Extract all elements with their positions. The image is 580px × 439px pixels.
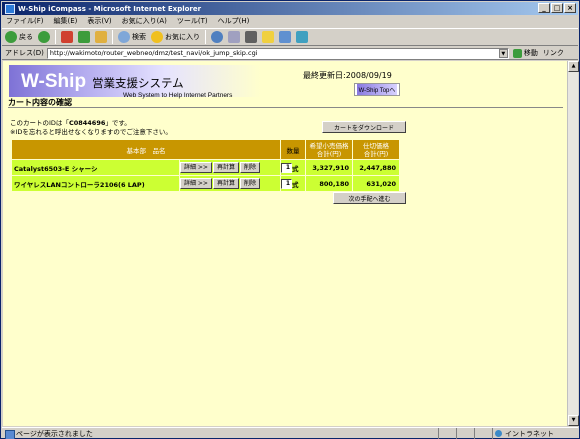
- search-icon: [118, 31, 130, 43]
- cost-price: 631,020: [353, 176, 399, 191]
- header-list-price-label: 希望小売価格 合計(円): [309, 141, 349, 158]
- scroll-up-icon[interactable]: ▲: [568, 61, 579, 72]
- logo-english: Web System to Help Internet Partners: [123, 92, 233, 99]
- window-title: W-Ship iCompass - Microsoft Internet Exp…: [18, 4, 202, 13]
- mail-icon[interactable]: [228, 31, 240, 43]
- close-button[interactable]: ×: [564, 3, 576, 13]
- last-updated: 最終更新日:2008/09/19: [303, 71, 392, 80]
- menu-bar: ファイル(F) 編集(E) 表示(V) お気に入り(A) ツール(T) ヘルプ(…: [2, 15, 578, 27]
- logo-japanese: 営業支援システム: [92, 76, 184, 90]
- delete-button[interactable]: 削除: [239, 162, 260, 173]
- header-cost: 仕切価格 合計(円): [353, 140, 399, 159]
- item-name: Catalyst6503-E シャーシ: [12, 160, 179, 175]
- header-name: 基本部 品名: [12, 140, 280, 159]
- detail-button[interactable]: 詳細 >>: [180, 162, 212, 173]
- qty-unit: 式: [292, 164, 299, 173]
- item-name: ワイヤレスLANコントローラ2106(6 LAP): [12, 176, 179, 191]
- address-bar: アドレス(D) http://wakimoto/router_webneo/dm…: [2, 47, 578, 60]
- vertical-scrollbar[interactable]: ▲ ▼: [567, 61, 579, 426]
- scroll-down-icon[interactable]: ▼: [568, 415, 579, 426]
- forward-arrow-icon[interactable]: [38, 31, 50, 43]
- title-bar: W-Ship iCompass - Microsoft Internet Exp…: [2, 2, 578, 15]
- qty-input[interactable]: 1: [281, 162, 292, 173]
- address-url: http://wakimoto/router_webneo/dmz/test_n…: [49, 49, 258, 57]
- toolbar-separator: [112, 30, 113, 44]
- favorites-label: お気に入り: [165, 33, 200, 41]
- qty-cell: 1式: [281, 160, 305, 175]
- header-cost-label: 仕切価格 合計(円): [363, 141, 389, 158]
- wship-top-link[interactable]: W-Ship Topへ: [354, 83, 400, 96]
- maximize-button[interactable]: □: [551, 3, 563, 13]
- header-list-price: 希望小売価格 合計(円): [306, 140, 352, 159]
- table-row: ワイヤレスLANコントローラ2106(6 LAP) 詳細 >> 再計算 削除 1式 …: [12, 176, 399, 191]
- row-actions: 詳細 >> 再計算 削除: [180, 176, 280, 191]
- cost-price: 2,447,880: [353, 160, 399, 175]
- menu-help[interactable]: ヘルプ(H): [218, 16, 250, 26]
- address-dropdown-icon[interactable]: ▼: [498, 48, 508, 58]
- messenger-icon[interactable]: [279, 31, 291, 43]
- go-button[interactable]: 移動: [512, 48, 538, 58]
- table-header-row: 基本部 品名 数量 希望小売価格 合計(円) 仕切価格 合計(円): [12, 140, 399, 159]
- toolbar-separator: [55, 30, 56, 44]
- list-price: 3,327,910: [306, 160, 352, 175]
- wship-logo: W-Ship 営業支援システム Web System to Help Inter…: [9, 65, 261, 99]
- search-label: 検索: [132, 33, 146, 41]
- header-qty: 数量: [281, 140, 305, 159]
- logo-main: W-Ship: [21, 71, 87, 92]
- recalc-button[interactable]: 再計算: [212, 162, 239, 173]
- status-cell: [456, 428, 474, 439]
- toolbar: 戻る 検索 お気に入り: [2, 28, 578, 46]
- star-icon: [151, 31, 163, 43]
- print-icon[interactable]: [245, 31, 257, 43]
- minimize-button[interactable]: _: [538, 3, 550, 13]
- back-arrow-icon: [5, 31, 17, 43]
- next-step-button[interactable]: 次の手配へ進む: [333, 192, 406, 204]
- delete-button[interactable]: 削除: [239, 178, 260, 189]
- browser-window: W-Ship iCompass - Microsoft Internet Exp…: [0, 0, 580, 439]
- links-button[interactable]: リンク: [543, 48, 564, 58]
- tools-icon[interactable]: [296, 31, 308, 43]
- detail-button[interactable]: 詳細 >>: [180, 178, 212, 189]
- go-arrow-icon: [512, 48, 522, 58]
- table-row: Catalyst6503-E シャーシ 詳細 >> 再計算 削除 1式 3,327,…: [12, 160, 399, 175]
- menu-view[interactable]: 表示(V): [87, 16, 111, 26]
- refresh-icon[interactable]: [78, 31, 90, 43]
- menu-edit[interactable]: 編集(E): [54, 16, 78, 26]
- stop-icon[interactable]: [61, 31, 73, 43]
- home-icon[interactable]: [95, 31, 107, 43]
- recalc-button[interactable]: 再計算: [212, 178, 239, 189]
- search-button[interactable]: 検索: [118, 31, 146, 43]
- list-price: 800,180: [306, 176, 352, 191]
- wship-top-label: W-Ship Topへ: [356, 84, 398, 95]
- status-bar: ページが表示されました イントラネット: [2, 427, 578, 439]
- qty-input[interactable]: 1: [281, 178, 292, 189]
- back-button[interactable]: 戻る: [5, 31, 33, 43]
- status-cell: [474, 428, 492, 439]
- status-text: ページが表示されました: [2, 429, 438, 439]
- status-cell: [438, 428, 456, 439]
- toolbar-separator: [205, 30, 206, 44]
- menu-favorites[interactable]: お気に入り(A): [122, 16, 167, 26]
- address-input[interactable]: http://wakimoto/router_webneo/dmz/test_n…: [46, 47, 509, 59]
- page-content: W-Ship 営業支援システム Web System to Help Inter…: [3, 61, 567, 426]
- cart-table: 基本部 品名 数量 希望小売価格 合計(円) 仕切価格 合計(円) Cataly…: [11, 139, 400, 192]
- cart-id-warning: ※IDを忘れると呼出せなくなりますのでご注意下さい。: [10, 128, 172, 136]
- back-label: 戻る: [19, 33, 33, 41]
- favorites-button[interactable]: お気に入り: [151, 31, 200, 43]
- address-label: アドレス(D): [5, 49, 44, 57]
- zone-indicator: イントラネット: [492, 428, 578, 439]
- go-label: 移動: [523, 49, 538, 57]
- menu-tools[interactable]: ツール(T): [177, 16, 208, 26]
- menu-file[interactable]: ファイル(F): [6, 16, 44, 26]
- download-cart-button[interactable]: カートをダウンロード: [322, 121, 406, 133]
- row-actions: 詳細 >> 再計算 削除: [180, 160, 280, 175]
- folder-icon[interactable]: [262, 31, 274, 43]
- ie-icon: [5, 3, 15, 14]
- divider: [8, 107, 563, 108]
- history-icon[interactable]: [211, 31, 223, 43]
- qty-cell: 1式: [281, 176, 305, 191]
- qty-unit: 式: [292, 180, 299, 189]
